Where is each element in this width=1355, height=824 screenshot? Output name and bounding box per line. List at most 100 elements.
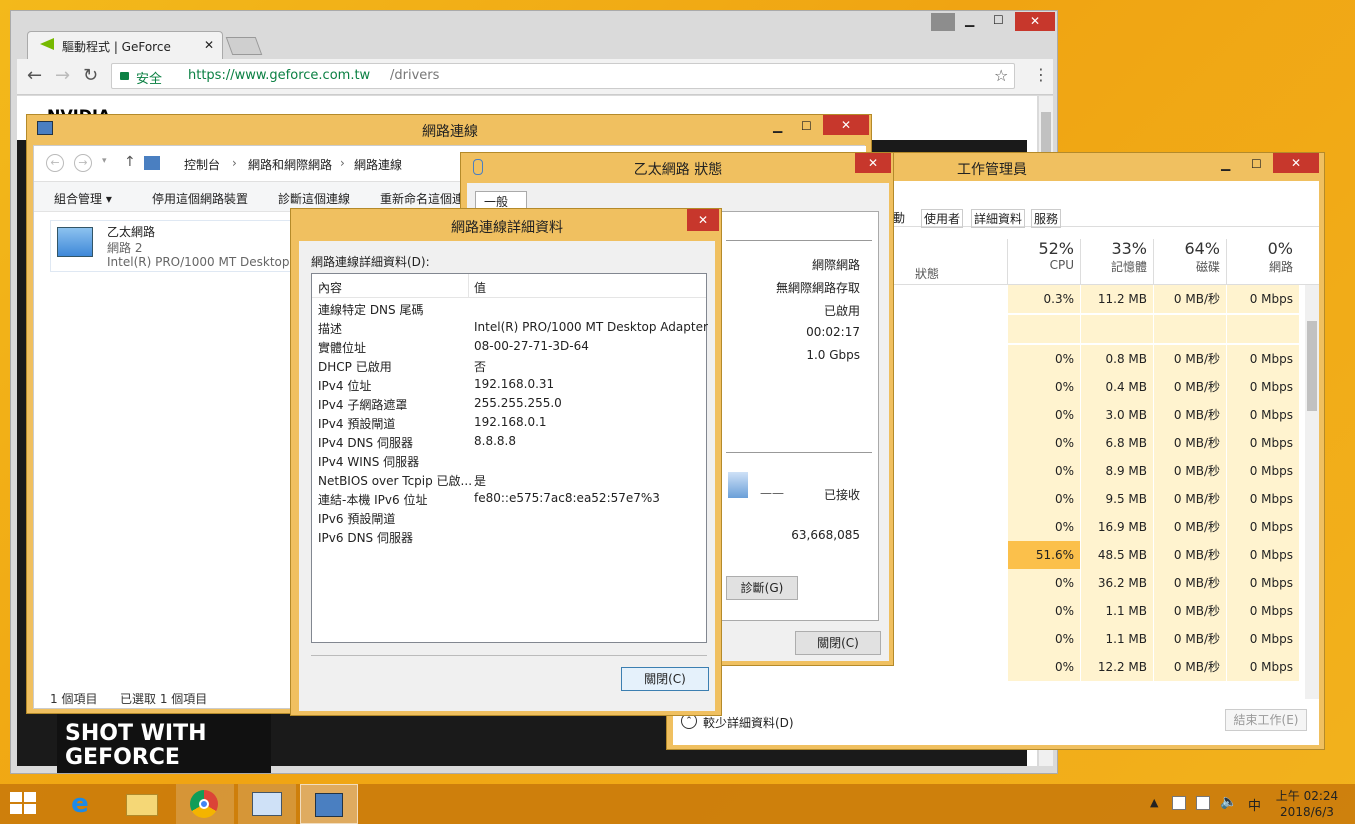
details-close[interactable]: ✕	[687, 209, 719, 231]
network-tray-icon[interactable]	[1196, 796, 1210, 810]
up-icon[interactable]: ↑	[124, 154, 136, 170]
property-cell: 實體位址	[318, 341, 367, 355]
taskmgr-min[interactable]: ▁	[1221, 157, 1230, 171]
details-close-button[interactable]: 關閉(C)	[621, 667, 709, 691]
ethstatus-close[interactable]: ✕	[855, 153, 891, 173]
ethstatus-close-button[interactable]: 關閉(C)	[795, 631, 881, 655]
min-button[interactable]: ▁	[965, 13, 974, 27]
scroll-thumb[interactable]	[1041, 112, 1051, 152]
menu-icon[interactable]: ⋮	[1033, 65, 1049, 84]
col-cpu[interactable]: 52% CPU	[1007, 239, 1080, 285]
details-row[interactable]: NetBIOS over Tcpip 已啟... 是	[312, 470, 706, 489]
reload-icon[interactable]: ↻	[83, 65, 98, 86]
process-cell: 0%	[1007, 429, 1080, 457]
max-button[interactable]: ☐	[993, 13, 1004, 27]
bookmark-star-icon[interactable]: ☆	[994, 66, 1008, 85]
file-explorer-icon[interactable]	[126, 794, 158, 816]
taskmgr-close[interactable]: ✕	[1273, 153, 1319, 173]
col-disk[interactable]: 64% 磁碟	[1153, 239, 1226, 285]
process-cell: 0%	[1007, 597, 1080, 625]
ie-icon[interactable]: e	[62, 790, 98, 820]
status-column-header[interactable]: 狀態	[915, 265, 939, 282]
tab-services[interactable]: 服務	[1031, 209, 1062, 228]
col-net[interactable]: 0% 網路	[1226, 239, 1299, 285]
breadcrumb-2[interactable]: 網路連線	[354, 156, 402, 173]
flag-icon[interactable]	[1172, 796, 1186, 810]
netconn-min[interactable]: ▁	[773, 119, 782, 133]
process-cell: 0 MB/秒	[1153, 625, 1226, 653]
details-row[interactable]: IPv4 DNS 伺服器 8.8.8.8	[312, 432, 706, 451]
details-row[interactable]: IPv4 WINS 伺服器	[312, 451, 706, 470]
back-icon[interactable]: ←	[27, 65, 42, 86]
details-row[interactable]: 連結-本機 IPv6 位址 fe80::e575:7ac8:ea52:57e7%3	[312, 489, 706, 508]
profile-icon[interactable]	[931, 13, 955, 31]
details-row[interactable]: IPv4 預設閘道 192.168.0.1	[312, 413, 706, 432]
adapter-desc: Intel(R) PRO/1000 MT Desktop ...	[107, 255, 305, 269]
crumb-sep: ›	[232, 156, 237, 170]
property-cell: IPv4 預設閘道	[318, 417, 396, 431]
taskmgr-max[interactable]: ☐	[1251, 157, 1262, 171]
process-cell: 0 MB/秒	[1153, 429, 1226, 457]
taskmgr-scrollbar[interactable]	[1305, 285, 1319, 699]
details-row[interactable]: IPv4 位址 192.168.0.31	[312, 375, 706, 394]
chrome-tab[interactable]: 驅動程式 | GeForce ✕	[27, 31, 223, 59]
tray-chevron-icon[interactable]: ▲	[1150, 796, 1158, 809]
process-cell: 0 Mbps	[1226, 625, 1299, 653]
tab-users[interactable]: 使用者	[921, 209, 964, 228]
details-row[interactable]: 實體位址 08-00-27-71-3D-64	[312, 337, 706, 356]
omnibox[interactable]: 安全 https://www.geforce.com.tw /drivers ☆	[111, 63, 1015, 89]
new-tab-button[interactable]	[225, 37, 263, 55]
details-row[interactable]: 描述 Intel(R) PRO/1000 MT Desktop Adapter	[312, 318, 708, 337]
col-mem[interactable]: 33% 記憶體	[1080, 239, 1153, 285]
net-pct: 0%	[1267, 239, 1293, 258]
col-property-header[interactable]: 內容	[318, 279, 342, 296]
forward-icon[interactable]: →	[74, 154, 92, 172]
tab-details[interactable]: 詳細資料	[971, 209, 1026, 228]
organize-menu[interactable]: 組合管理 ▾	[54, 190, 112, 207]
forward-icon[interactable]: →	[55, 65, 70, 86]
process-cell: 48.5 MB	[1080, 541, 1153, 569]
tab-close-icon[interactable]: ✕	[204, 38, 214, 52]
history-icon[interactable]: ▾	[102, 156, 107, 166]
item-count: 1 個項目	[50, 692, 98, 706]
netconn-taskbar-button[interactable]	[300, 784, 358, 824]
close-icon: ✕	[1290, 156, 1302, 170]
taskmgr-taskbar-button[interactable]	[238, 784, 296, 824]
process-cell: 0 Mbps	[1226, 485, 1299, 513]
tab-title: 驅動程式 | GeForce	[62, 40, 171, 54]
ime-indicator[interactable]: 中	[1248, 795, 1261, 814]
disable-device-button[interactable]: 停用這個網路裝置	[152, 190, 248, 207]
breadcrumb-0[interactable]: 控制台	[184, 156, 220, 173]
diagnose-button[interactable]: 診斷(G)	[726, 576, 798, 600]
col-value-header[interactable]: 值	[474, 279, 486, 296]
back-icon[interactable]: ←	[46, 154, 64, 172]
details-row[interactable]: IPv4 子網路遮罩 255.255.255.0	[312, 394, 706, 413]
value-cell: 是	[474, 474, 487, 488]
breadcrumb-1[interactable]: 網路和網際網路	[248, 156, 332, 173]
start-button[interactable]	[10, 792, 38, 816]
details-list[interactable]: 內容 值 連線特定 DNS 尾碼 描述 Intel(R) PRO/1000 MT D…	[311, 273, 708, 643]
chrome-taskbar-button[interactable]	[176, 784, 234, 824]
close-button[interactable]: ✕	[1015, 12, 1055, 31]
close-icon: ✕	[697, 213, 709, 227]
details-row[interactable]: IPv6 DNS 伺服器	[312, 527, 706, 546]
details-row[interactable]: DHCP 已啟用 否	[312, 356, 706, 375]
tab-startup[interactable]: 動	[893, 209, 905, 226]
process-cell: 0%	[1007, 345, 1080, 373]
value-cell: fe80::e575:7ac8:ea52:57e7%3	[474, 491, 660, 505]
clock[interactable]: 上午 02:24 2018/6/3	[1272, 788, 1342, 820]
property-cell: IPv6 DNS 伺服器	[318, 531, 413, 545]
received-bytes: 63,668,085	[791, 528, 860, 542]
details-row[interactable]: 連線特定 DNS 尾碼	[312, 299, 706, 318]
list-header: 內容 值	[312, 274, 706, 298]
end-task-button[interactable]: 結束工作(E)	[1225, 709, 1307, 731]
process-cell: 0 Mbps	[1226, 285, 1299, 313]
netconn-max[interactable]: ☐	[801, 119, 812, 133]
diagnose-button[interactable]: 診斷這個連線	[278, 190, 350, 207]
volume-icon[interactable]: 🔈	[1220, 794, 1237, 810]
adapter-item[interactable]: 乙太網路 網路 2 Intel(R) PRO/1000 MT Desktop .…	[50, 220, 310, 272]
netconn-close[interactable]: ✕	[823, 115, 869, 135]
scroll-thumb[interactable]	[1307, 321, 1317, 411]
ethstatus-title: 乙太網路 狀態	[633, 162, 723, 178]
details-row[interactable]: IPv6 預設閘道	[312, 508, 706, 527]
